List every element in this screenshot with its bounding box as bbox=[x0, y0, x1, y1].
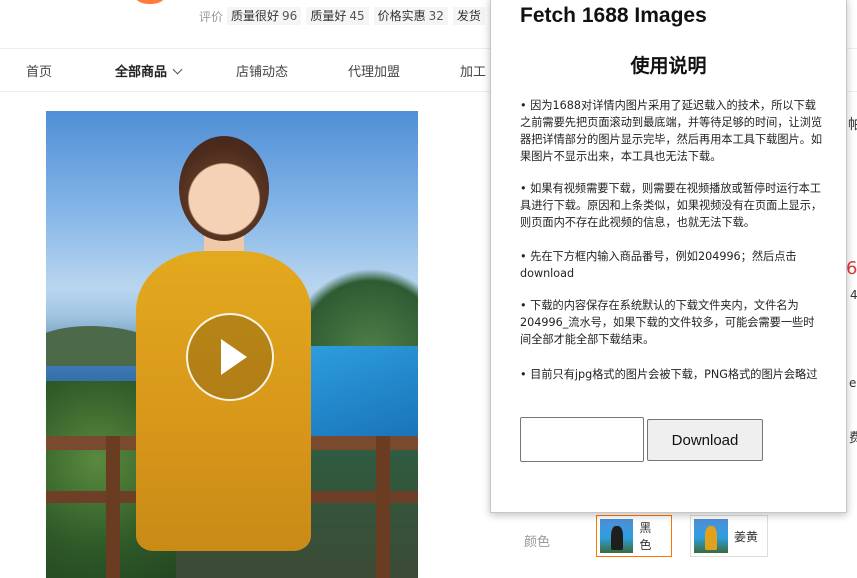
edge-text: e bbox=[849, 376, 857, 390]
edge-text: 4 bbox=[850, 288, 857, 302]
rating-tag[interactable]: 质量很好 96 bbox=[227, 7, 302, 25]
extension-popup: Fetch 1688 Images 使用说明 • 因为1688对详情内图片采用了… bbox=[490, 0, 847, 513]
rating-summary: 评价 质量很好 96 质量好 45 价格实惠 32 发货 bbox=[199, 7, 490, 25]
popup-title: Fetch 1688 Images bbox=[520, 4, 707, 27]
nav-item-store-news[interactable]: 店铺动态 bbox=[236, 61, 288, 80]
rating-tag[interactable]: 发货 bbox=[452, 7, 485, 25]
instruction-note: • 因为1688对详情内图片采用了延迟载入的技术，所以下载之前需要先把页面滚动到… bbox=[520, 99, 823, 163]
download-button[interactable]: Download bbox=[647, 419, 763, 461]
color-swatch-ginger[interactable]: 姜黄 bbox=[690, 515, 768, 557]
rating-label: 评价 bbox=[199, 9, 224, 24]
edge-text: 帕 bbox=[848, 117, 857, 133]
instruction-note: • 目前只有jpg格式的图片会被下载，PNG格式的图片会略过 bbox=[520, 368, 818, 381]
rating-tag[interactable]: 质量好 45 bbox=[306, 7, 369, 25]
color-swatch-black[interactable]: 黑色 bbox=[596, 515, 672, 557]
instruction-note: • 下载的内容保存在系统默认的下载文件夹内，文件名为204996_流水号，如果下… bbox=[520, 299, 815, 346]
instruction-note: • 如果有视频需要下载，则需要在视频播放或暂停时运行本工具进行下载。原因和上条类… bbox=[520, 182, 823, 229]
popup-subtitle: 使用说明 bbox=[630, 55, 707, 77]
swatch-thumbnail bbox=[694, 519, 728, 553]
play-icon[interactable] bbox=[186, 313, 274, 401]
swatch-label: 姜黄 bbox=[734, 529, 759, 544]
rating-tag[interactable]: 价格实惠 32 bbox=[373, 7, 448, 25]
nav-item-processing[interactable]: 加工 bbox=[460, 61, 486, 80]
product-video-thumbnail[interactable] bbox=[46, 111, 418, 578]
chevron-down-icon bbox=[172, 64, 183, 75]
store-logo bbox=[130, 0, 170, 4]
nav-item-all-products[interactable]: 全部商品 bbox=[115, 61, 183, 80]
instruction-note: • 先在下方框内输入商品番号，例如204996；然后点击download bbox=[520, 250, 797, 280]
edge-price: 60 bbox=[846, 258, 857, 279]
color-label: 颜色 bbox=[524, 535, 551, 550]
nav-item-agency[interactable]: 代理加盟 bbox=[348, 61, 400, 80]
edge-text: 费 bbox=[849, 431, 857, 446]
swatch-label: 黑色 bbox=[639, 521, 652, 552]
nav-item-home[interactable]: 首页 bbox=[26, 61, 52, 80]
product-id-input[interactable] bbox=[520, 417, 644, 462]
swatch-thumbnail bbox=[600, 519, 634, 553]
